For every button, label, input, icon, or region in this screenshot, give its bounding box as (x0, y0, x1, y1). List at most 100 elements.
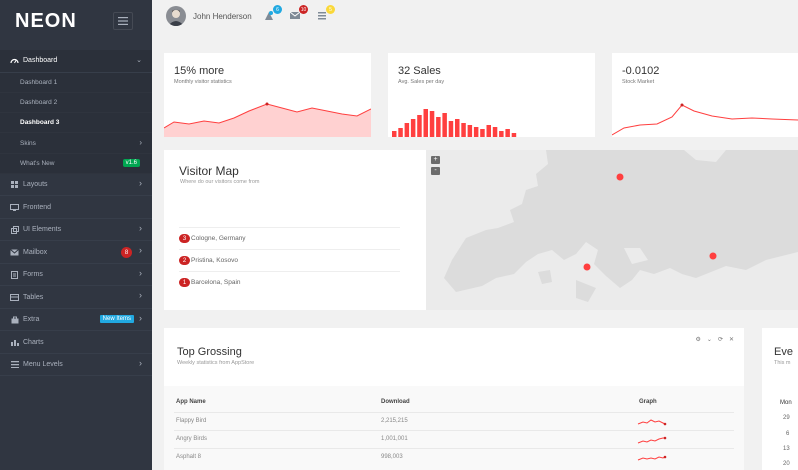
sales-bar (486, 125, 491, 137)
sidebar-item-label: Extra (23, 316, 40, 324)
submenu-item-skins[interactable]: Skins › (0, 133, 152, 154)
notifications-button[interactable]: 6 (263, 5, 282, 23)
submenu-item-dashboard-1[interactable]: Dashboard 1 (0, 73, 152, 93)
chevron-right-icon: › (139, 312, 142, 323)
avatar[interactable] (166, 6, 186, 26)
sales-bar (448, 121, 454, 137)
column-header: Graph (639, 399, 657, 405)
sales-bar (505, 129, 510, 137)
submenu-item-whats-new[interactable]: What's New v1.6 (0, 154, 152, 174)
stat-tile-stock: -0.0102 Stock Market (612, 53, 798, 137)
rank-badge: 1 (179, 278, 190, 287)
app-name: Asphalt 8 (176, 454, 202, 460)
zoom-out-button[interactable]: - (431, 167, 440, 175)
notification-count-badge: 6 (273, 5, 282, 14)
collapse-icon[interactable]: ⌄ (707, 336, 712, 343)
sidebar-item-frontend[interactable]: Frontend (0, 196, 152, 219)
top-grossing-card: Top Grossing Weekly statistics from AppS… (164, 328, 744, 470)
submenu-item-dashboard-2[interactable]: Dashboard 2 (0, 93, 152, 114)
chevron-right-icon: › (139, 138, 142, 148)
download-count: 2,215,215 (381, 418, 408, 424)
new-items-badge: New Items (99, 314, 134, 323)
city-row: 1 Barcelona, Spain (179, 271, 400, 293)
table-row[interactable]: Asphalt 8 998,003 (174, 448, 734, 466)
card-title: Top Grossing (177, 346, 242, 358)
logo-row: NEON (0, 0, 152, 44)
sidebar-item-forms[interactable]: Forms › (0, 264, 152, 287)
sales-bar (473, 127, 479, 137)
map-land (444, 150, 798, 302)
stat-value: 15% more (174, 65, 225, 77)
close-icon[interactable]: ✕ (729, 336, 734, 343)
sparkline (637, 419, 667, 426)
app-name: Flappy Bird (176, 418, 207, 424)
stat-label: Stock Market (622, 79, 655, 85)
sidebar-item-dashboard[interactable]: Dashboard ⌄ (0, 50, 152, 73)
sidebar-menu: Dashboard ⌄ Dashboard 1 Dashboard 2 Dash… (0, 50, 152, 377)
city-name: Barcelona, Spain (191, 279, 241, 286)
gear-icon[interactable]: ⚙ (696, 336, 701, 343)
stat-label: Monthly visitor statistics (174, 79, 232, 85)
submenu-label: What's New (20, 159, 55, 167)
sidebar: NEON Dashboard ⌄ Dashboard 1 Dashboard 2… (0, 0, 152, 470)
panel-tools: ⚙ ⌄ ⟳ ✕ (696, 336, 734, 343)
sidebar-item-label: Layouts (23, 181, 48, 189)
calendar-day[interactable]: 29 (783, 415, 790, 421)
sales-bar (499, 131, 504, 137)
calendar-day[interactable]: 6 (786, 431, 789, 437)
user-name[interactable]: John Henderson (193, 12, 252, 21)
calendar-day[interactable]: 13 (783, 446, 790, 452)
sidebar-item-mailbox[interactable]: Mailbox 8 › (0, 241, 152, 264)
submenu-label: Skins (20, 139, 36, 147)
sales-bar (442, 113, 447, 137)
sales-bar (398, 128, 403, 137)
visitors-area-chart (164, 102, 371, 137)
logo[interactable]: NEON (15, 10, 77, 33)
calendar-day[interactable]: 20 (783, 461, 790, 467)
europe-map[interactable] (426, 150, 798, 310)
top-bar: John Henderson 6 10 5 (152, 0, 798, 36)
gauge-icon (10, 56, 19, 65)
sidebar-item-label: Mailbox (23, 248, 48, 256)
submenu-label: Dashboard 3 (20, 119, 60, 127)
submenu-label: Dashboard 1 (20, 78, 58, 86)
submenu-item-dashboard-3[interactable]: Dashboard 3 (0, 113, 152, 134)
stat-label: Avg. Sales per day (398, 79, 445, 85)
table-row[interactable]: Flappy Bird 2,215,215 (174, 412, 734, 430)
sidebar-item-charts[interactable]: Charts (0, 331, 152, 354)
submenu-label: Dashboard 2 (20, 98, 58, 106)
sales-bar (404, 123, 410, 137)
menu-toggle-button[interactable] (113, 12, 133, 30)
sales-bar (429, 111, 435, 137)
table-row[interactable]: Angry Birds 1,001,001 (174, 430, 734, 448)
sales-bar (392, 131, 397, 137)
sales-bar (436, 117, 441, 137)
column-header: Download (381, 399, 410, 405)
sparkline (637, 455, 667, 461)
dashboard-submenu: Dashboard 1 Dashboard 2 Dashboard 3 Skin… (0, 72, 152, 174)
reload-icon[interactable]: ⟳ (718, 336, 723, 343)
column-header: App Name (176, 399, 206, 405)
chevron-right-icon: › (139, 177, 142, 188)
bag-icon (10, 315, 19, 324)
chevron-right-icon: › (139, 267, 142, 278)
messages-button[interactable]: 10 (289, 5, 308, 23)
monitor-icon (10, 203, 19, 212)
sidebar-item-tables[interactable]: Tables › (0, 286, 152, 309)
sidebar-item-menu-levels[interactable]: Menu Levels › (0, 354, 152, 377)
chevron-right-icon: › (139, 290, 142, 301)
zoom-in-button[interactable]: + (431, 156, 440, 164)
grossing-table: App Name Download Graph Flappy Bird 2,21… (164, 386, 744, 470)
rank-badge: 3 (179, 234, 190, 243)
stat-value: -0.0102 (622, 65, 660, 77)
card-title: Visitor Map (179, 164, 239, 178)
sales-bar (455, 119, 460, 137)
sidebar-item-extra[interactable]: Extra New Items › (0, 309, 152, 332)
app-name: Angry Birds (176, 436, 208, 442)
tasks-button[interactable]: 5 (316, 5, 335, 23)
card-title: Eve (774, 346, 793, 358)
sidebar-item-layouts[interactable]: Layouts › (0, 174, 152, 197)
sidebar-item-ui-elements[interactable]: UI Elements › (0, 219, 152, 242)
version-badge: v1.6 (122, 158, 140, 167)
chart-icon (10, 338, 19, 347)
